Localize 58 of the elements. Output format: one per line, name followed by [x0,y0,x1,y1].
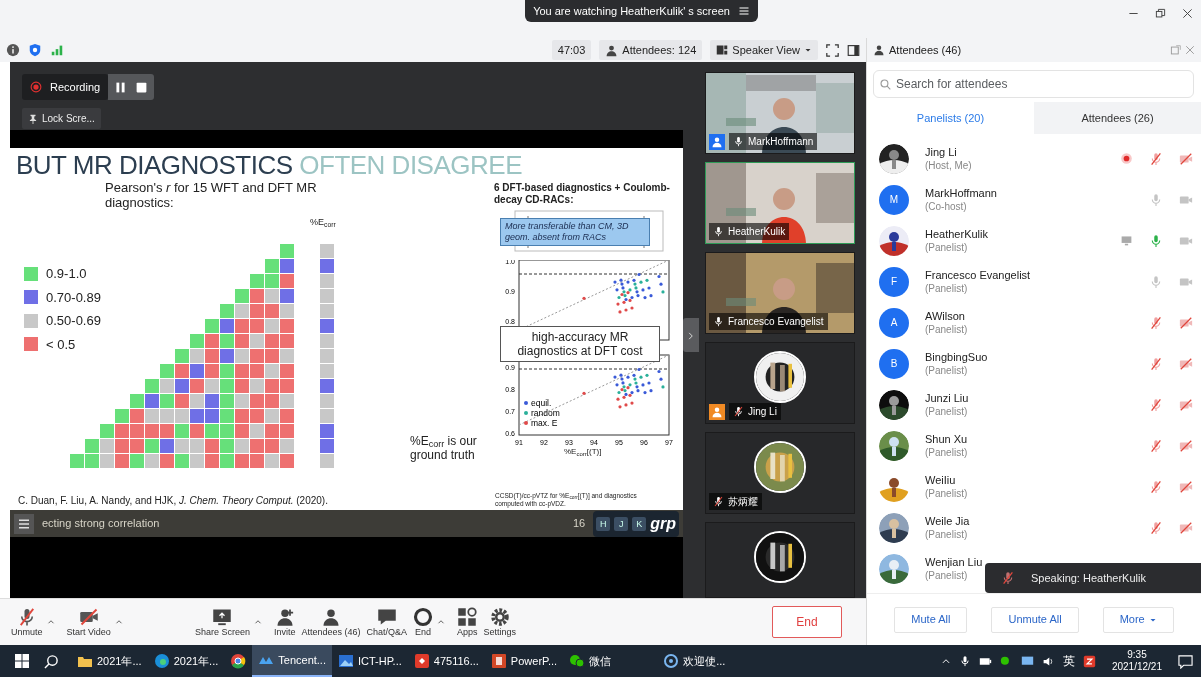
recording-label: Recording [50,79,101,95]
legend-label: < 0.5 [46,335,76,354]
participant-name-tag: 苏炳耀 [709,493,762,510]
column-header: %E$_{corr}$ [310,216,336,230]
chart-caption: 6 DFT-based diagnostics + Coulomb-decay CD-RACs: [494,182,671,206]
axis-label: %E$_{corr}$[(T)] [564,446,602,458]
toast-text: Speaking: HeatherKulik [1031,570,1146,586]
participant-name: Francesco Evangelist [925,268,1031,282]
legend-label: random [531,408,560,418]
participant-role: (Panelist) [925,568,968,582]
slide-title: BUT MR DIAGNOSTICS OFTEN DISAGREE [15,149,523,180]
banner-text: You are watching HeatherKulik' s screen [533,3,730,19]
legend-label: 0.70-0.89 [46,288,101,307]
participant-name: Shun Xu [925,432,968,446]
logo-text: grp [650,513,676,534]
participant-role: (Panelist) [925,240,968,254]
logo-key: K [632,516,647,531]
legend-label: 0.9-1.0 [46,265,87,283]
participant-role: (Panelist) [925,281,968,295]
participant-name: MarkHoffmann [925,186,997,200]
highlight-box: high-accuracy MR diagnostics at DFT cost [500,326,660,362]
participant-name-tag: Jing Li [729,403,781,420]
participant-role: (Panelist) [925,527,968,541]
participant-role: (Panelist) [925,404,968,418]
chart-caption: Pearson's r for 15 WFT and DFT MR diagnostics: [104,180,318,210]
participant-role: (Host, Me) [925,158,972,172]
participant-name-tag: HeatherKulik [709,223,790,240]
avatar: F [879,266,909,297]
participant-name: Jing Li [925,145,957,159]
page-number: 16 [572,516,586,532]
legend-label: 0.50-0.69 [46,312,101,330]
participant-name: BingbingSuo [925,350,988,364]
participant-role: (Panelist) [925,486,968,500]
callout-box: More transferable than CM, 3D geom. absent from RACs [500,218,650,246]
meeting-timer: 47:03 [551,39,592,61]
logo-key: H [596,516,611,531]
avatar: B [879,348,909,379]
participant-name: HeatherKulik [925,227,988,241]
legend-label: max. E [531,418,558,428]
participant-name: WeiIiu [925,473,956,487]
legend-label: equil. [531,398,552,408]
participant-role: (Co-host) [925,199,967,213]
participant-name: Junzi Liu [925,391,969,405]
participant-role: (Panelist) [925,363,968,377]
panel-title: Attendees (46) [889,42,962,58]
citation-text: C. Duan, F. Liu, A. Nandy, and HJK, J. Chem. Theory Comput. (2020). [18,494,328,508]
participant-name: AWilson [925,309,965,323]
slide-note: %E$_{corr}$ is our ground truth [410,434,478,462]
avatar: A [879,307,909,338]
logo-key: J [614,516,629,531]
slide-footer-text: ecting strong correlation [42,516,160,532]
participant-name: Weile Jia [925,514,970,528]
participant-role: (Panelist) [925,322,968,336]
avatar: M [879,184,909,215]
participant-role: (Panelist) [925,445,968,459]
participant-name-tag: Francesco Evangelist [709,313,828,330]
participant-name: Wenjian Liu [925,555,983,569]
participant-name-tag: MarkHoffmann [729,133,818,150]
